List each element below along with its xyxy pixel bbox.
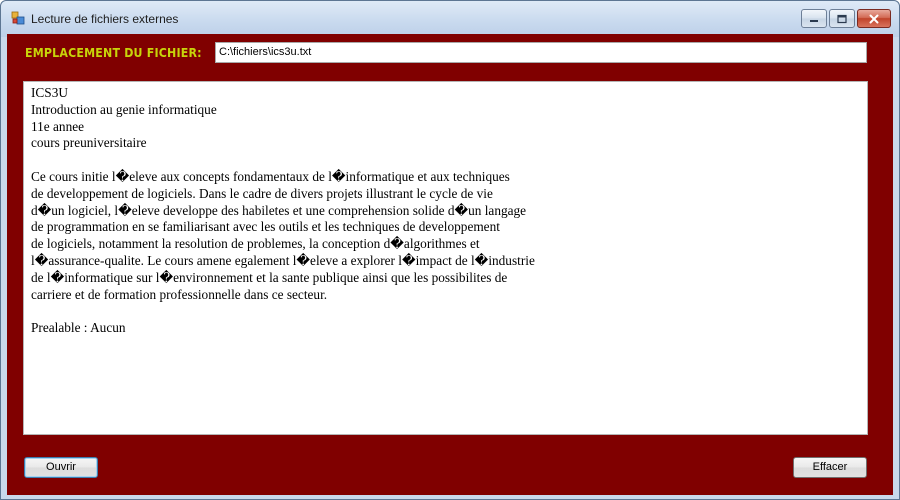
form-client-area: EMPLACEMENT DU FICHIER: C:\fichiers\ics3… (7, 34, 893, 495)
file-content-textarea[interactable]: ICS3U Introduction au genie informatique… (23, 81, 868, 435)
clear-button[interactable]: Effacer (793, 457, 867, 478)
window-controls (801, 9, 891, 28)
minimize-icon (810, 19, 818, 22)
title-bar[interactable]: Lecture de fichiers externes (1, 1, 899, 37)
file-path-label: EMPLACEMENT DU FICHIER: (25, 46, 202, 60)
app-window: Lecture de fichiers externes EMPLACEMENT… (0, 0, 900, 500)
open-button[interactable]: Ouvrir (24, 457, 98, 478)
file-path-input[interactable]: C:\fichiers\ics3u.txt (215, 42, 867, 63)
close-button[interactable] (857, 9, 891, 28)
maximize-button[interactable] (829, 9, 855, 28)
maximize-icon (837, 14, 847, 23)
app-icon (11, 11, 25, 25)
close-icon (869, 14, 879, 23)
window-title: Lecture de fichiers externes (31, 12, 179, 26)
minimize-button[interactable] (801, 9, 827, 28)
